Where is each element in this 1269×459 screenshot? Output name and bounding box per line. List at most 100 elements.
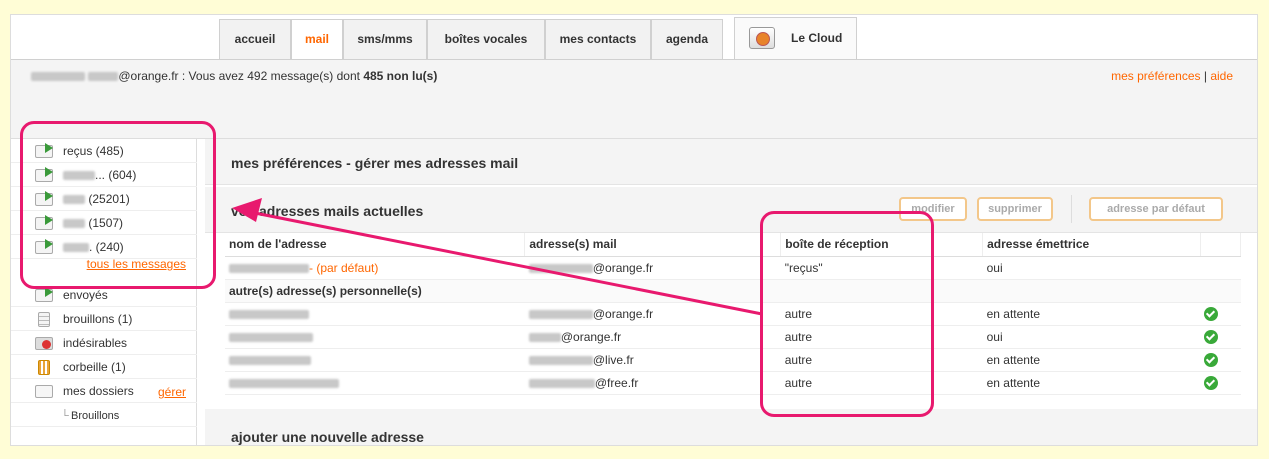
inbox-cell: autre — [780, 325, 983, 349]
status-cell — [1200, 348, 1241, 372]
sidebar-item-sent[interactable]: envoyés — [11, 283, 197, 307]
mail-domain: @live.fr — [592, 352, 634, 367]
inbox-cell: autre — [780, 302, 983, 326]
folder-icon — [35, 385, 53, 398]
redacted-text — [528, 332, 561, 342]
manage-folders-link[interactable]: gérer — [158, 385, 186, 399]
redacted-text — [88, 72, 119, 82]
sender-cell: en attente — [982, 348, 1201, 372]
sidebar-item-inbox[interactable]: reçus (485) — [11, 139, 197, 163]
redacted-text — [63, 243, 89, 253]
sidebar-item-account-5[interactable]: . (240) — [11, 235, 197, 259]
sidebar-item-drafts[interactable]: brouillons (1) — [11, 307, 197, 331]
check-icon — [1204, 329, 1219, 344]
spam-icon — [35, 337, 53, 350]
mail-domain: @orange.fr — [592, 260, 654, 275]
main-content: mes préférences - gérer mes adresses mai… — [205, 139, 1257, 445]
status-cell — [1200, 325, 1241, 349]
table-row[interactable]: - (par défaut) @orange.fr "reçus" oui — [225, 256, 1241, 280]
section-title: vos adresses mails actuelles — [231, 203, 424, 219]
address-name-cell — [225, 302, 525, 326]
address-name-cell: - (par défaut) — [225, 256, 525, 280]
cloud-folder-icon — [749, 27, 775, 49]
tab-voicemail[interactable]: boîtes vocales — [427, 19, 545, 59]
sidebar-item-label: corbeille (1) — [63, 360, 126, 374]
address-name-cell — [225, 371, 525, 395]
delete-button[interactable]: supprimer — [977, 197, 1053, 221]
mail-domain: @orange.fr — [592, 306, 654, 321]
default-label: - (par défaut) — [309, 260, 379, 275]
status-cell — [1200, 302, 1241, 326]
inbox-arrow-icon — [35, 143, 53, 158]
sidebar-item-account-4[interactable]: (1507) — [11, 211, 197, 235]
sender-cell: oui — [982, 256, 1201, 280]
preferences-link[interactable]: mes préférences — [1111, 69, 1200, 83]
sender-cell: en attente — [982, 371, 1201, 395]
redacted-text — [229, 332, 313, 342]
table-row[interactable]: @orange.fr autre en attente — [225, 302, 1241, 326]
table-row[interactable]: @free.fr autre en attente — [225, 371, 1241, 395]
tab-contacts[interactable]: mes contacts — [545, 19, 651, 59]
status-prefix: @orange.fr : Vous avez 492 message(s) do… — [118, 69, 364, 83]
all-messages-link[interactable]: tous les messages — [87, 257, 186, 271]
info-bar: @orange.fr : Vous avez 492 message(s) do… — [11, 59, 1257, 139]
sidebar-item-label: envoyés — [63, 288, 108, 302]
inbox-cell: autre — [780, 348, 983, 372]
sidebar-item-account-2[interactable]: ... (604) — [11, 163, 197, 187]
inbox-cell: "reçus" — [780, 256, 983, 280]
sidebar-item-label: (1507) — [88, 216, 124, 230]
mailbox-status: @orange.fr : Vous avez 492 message(s) do… — [31, 69, 437, 83]
redacted-text — [528, 355, 593, 365]
add-address-header: ajouter une nouvelle adresse — [205, 409, 1257, 445]
redacted-text — [63, 219, 85, 229]
tab-cloud[interactable]: Le Cloud — [734, 17, 857, 59]
draft-document-icon — [38, 312, 50, 327]
sidebar-item-spam[interactable]: indésirables — [11, 331, 197, 355]
inbox-arrow-icon — [35, 167, 53, 182]
mail-domain: @free.fr — [594, 375, 639, 390]
inbox-cell: autre — [780, 371, 983, 395]
column-header: nom de l'adresse — [225, 233, 526, 257]
addresses-table: nom de l'adresse adresse(s) mail boîte d… — [225, 233, 1242, 395]
tab-cloud-label: Le Cloud — [791, 31, 843, 45]
redacted-text — [229, 355, 311, 365]
column-header: adresse émettrice — [982, 233, 1201, 257]
group-label: autre(s) adresse(s) personnelle(s) — [225, 279, 1241, 303]
tab-mail[interactable]: mail — [291, 19, 343, 60]
tab-accueil[interactable]: accueil — [219, 19, 291, 59]
folder-sidebar: reçus (485) ... (604) (25201) (1507) . (… — [11, 139, 197, 445]
table-header: nom de l'adresse adresse(s) mail boîte d… — [225, 233, 1242, 257]
main-tabs: accueil mail sms/mms boîtes vocales mes … — [11, 15, 1257, 60]
addresses-section-header: vos adresses mails actuelles modifier su… — [205, 187, 1257, 233]
sidebar-item-label: Brouillons — [71, 410, 120, 422]
table-row[interactable]: @live.fr autre en attente — [225, 348, 1241, 372]
redacted-text — [229, 309, 309, 319]
inbox-arrow-icon — [35, 191, 53, 206]
table-row[interactable]: @orange.fr autre oui — [225, 325, 1241, 349]
page-title-bar: mes préférences - gérer mes adresses mai… — [205, 139, 1257, 185]
webmail-window: accueil mail sms/mms boîtes vocales mes … — [10, 14, 1258, 446]
column-header: adresse(s) mail — [524, 233, 782, 257]
redacted-text — [63, 171, 95, 181]
check-icon — [1204, 375, 1219, 390]
tab-agenda[interactable]: agenda — [651, 19, 723, 59]
set-default-button[interactable]: adresse par défaut — [1089, 197, 1223, 221]
address-mail-cell: @orange.fr — [524, 256, 781, 280]
sidebar-item-account-3[interactable]: (25201) — [11, 187, 197, 211]
check-icon — [1204, 306, 1219, 321]
tab-sms[interactable]: sms/mms — [343, 19, 427, 59]
address-mail-cell: @free.fr — [524, 371, 781, 395]
sidebar-item-label: mes dossiers — [63, 384, 134, 398]
add-address-title: ajouter une nouvelle adresse — [231, 429, 424, 445]
help-link[interactable]: aide — [1210, 69, 1233, 83]
divider — [1071, 195, 1072, 223]
redacted-text — [229, 378, 339, 388]
modify-button[interactable]: modifier — [899, 197, 967, 221]
sidebar-item-trash[interactable]: corbeille (1) — [11, 355, 197, 379]
sidebar-item-label: ... (604) — [95, 168, 137, 182]
redacted-text — [528, 309, 593, 319]
sent-arrow-icon — [35, 287, 53, 302]
sidebar-subfolder-drafts[interactable]: └ Brouillons — [11, 405, 197, 427]
status-cell — [1200, 371, 1241, 395]
inbox-arrow-icon — [35, 239, 53, 254]
